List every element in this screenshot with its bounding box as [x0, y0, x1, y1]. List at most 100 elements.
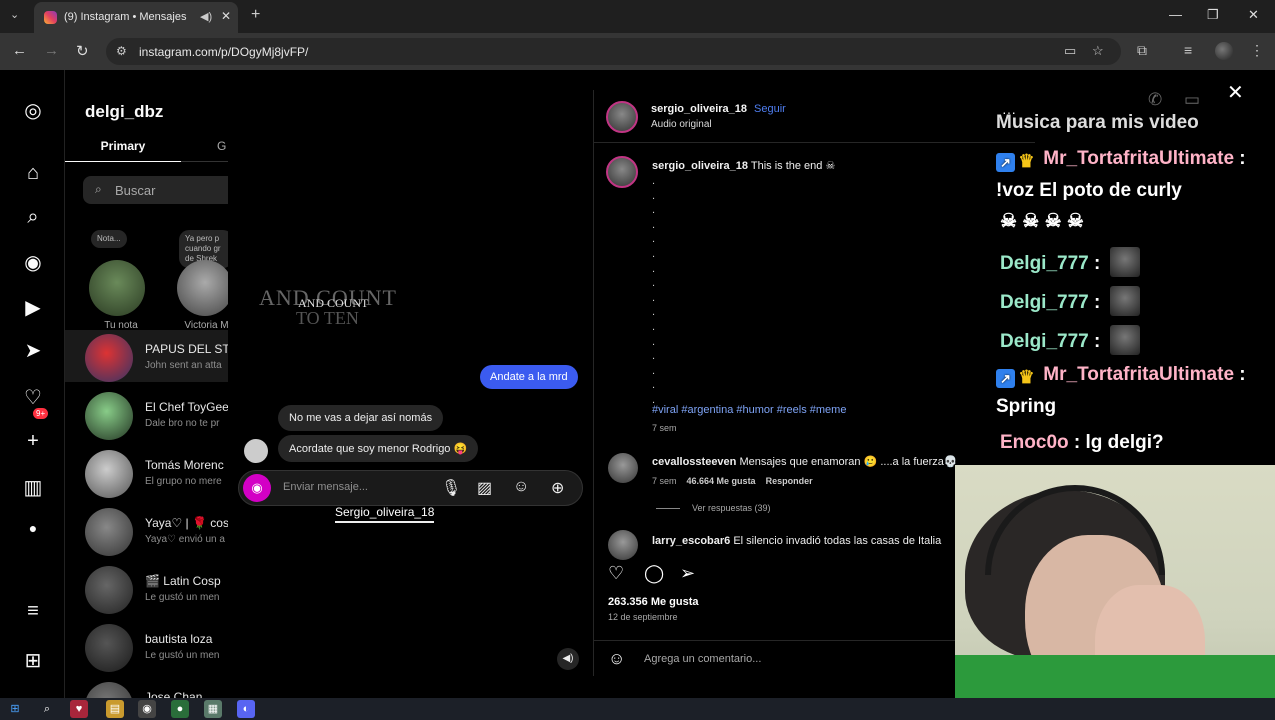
notepad-icon[interactable]: ▦ [204, 700, 222, 718]
like-count[interactable]: 263.356 Me gusta [608, 596, 699, 608]
tab-general[interactable]: G [217, 139, 226, 153]
comment-input[interactable]: Agrega un comentario... [644, 653, 761, 665]
avatar[interactable] [608, 453, 638, 483]
reload-icon[interactable]: ↻ [76, 42, 89, 60]
post-caption: sergio_oliveira_18 This is the end ☠ [652, 159, 835, 172]
discord-icon[interactable]: ◐ [237, 700, 255, 718]
comment-likes[interactable]: 46.664 Me gusta [687, 476, 756, 486]
cast-icon[interactable]: ▭ [1064, 43, 1076, 59]
sticker-icon[interactable]: ☺ [513, 478, 529, 496]
avatar[interactable] [606, 156, 638, 188]
inbox-username[interactable]: delgi_dbz [85, 102, 163, 122]
message-composer[interactable]: ◉ Enviar mensaje... 🎙 ▨ ☺ ⊕ [238, 470, 583, 506]
chat-skulls: ☠ ☠ ☠ ☠ [1000, 211, 1084, 232]
instagram-logo-icon[interactable]: ◎ [21, 98, 45, 123]
also-from-meta-icon[interactable]: ⊞ [21, 648, 45, 673]
stream-badge-icon: ↗ [996, 369, 1015, 388]
browser-tab-instagram[interactable]: (9) Instagram • Mensajes ◀) ✕ [34, 2, 238, 33]
extensions-icon[interactable]: ⧉ [1137, 42, 1147, 59]
reply-button[interactable]: Responder [766, 476, 813, 486]
close-icon[interactable]: ✕ [1227, 80, 1244, 105]
back-icon[interactable]: ← [12, 42, 27, 59]
camera-icon[interactable]: ◉ [243, 474, 271, 502]
media-control-icon[interactable]: ≡ [1184, 42, 1192, 58]
chrome-icon[interactable]: ● [171, 700, 189, 718]
create-icon[interactable]: + [21, 430, 45, 453]
comment-author[interactable]: larry_escobar6 [652, 535, 730, 547]
outgoing-message[interactable]: Andate a la mrd [480, 365, 578, 389]
list-item[interactable]: Yaya♡ | 🌹 cosp Yaya♡ envió un a [65, 504, 228, 556]
stream-chat-overlay: Musica para mis video ↗ ♛ Mr_TortafritaUl… [988, 110, 1263, 465]
microphone-icon[interactable]: 🎙 [441, 478, 461, 498]
follow-button[interactable]: Seguir [754, 103, 786, 115]
emoji-icon[interactable]: ☺ [608, 649, 625, 669]
brave-icon[interactable]: ♥ [70, 700, 88, 718]
search-input[interactable]: ⌕ Buscar [83, 176, 228, 204]
image-icon[interactable]: ▨ [477, 478, 492, 498]
new-tab-icon[interactable]: + [251, 6, 260, 24]
like-heart-icon[interactable]: ♡ [608, 563, 624, 584]
mute-icon[interactable]: ◀) [557, 648, 579, 670]
post-author[interactable]: sergio_oliveira_18 [651, 103, 747, 115]
browser-menu-icon[interactable]: ⋮ [1250, 42, 1264, 59]
phone-icon: ✆ [1148, 90, 1163, 109]
dashboard-icon[interactable]: ▥ [21, 475, 45, 500]
url-text[interactable]: instagram.com/p/DOgyMj8jvFP/ [139, 45, 308, 59]
browser-tabbar: ⌄ (9) Instagram • Mensajes ◀) ✕ + — ❐ ✕ [0, 0, 1275, 33]
window-close-icon[interactable]: ✕ [1248, 7, 1259, 23]
address-bar[interactable]: ⚙ instagram.com/p/DOgyMj8jvFP/ ▭ ☆ [106, 38, 1121, 65]
profile-icon[interactable]: ● [21, 520, 45, 536]
start-icon[interactable]: ⊞ [6, 700, 24, 718]
view-replies-button[interactable]: Ver respuestas (39) [656, 503, 771, 513]
list-item[interactable]: PAPUS DEL STR John sent an atta [65, 330, 228, 382]
caption-author[interactable]: sergio_oliveira_18 [652, 160, 748, 172]
chat-username: Mr_TortafritaUltimate [1043, 364, 1235, 385]
avatar[interactable] [606, 101, 638, 133]
comment-icon[interactable]: ◯ [644, 563, 664, 584]
instagram-favicon-icon [44, 11, 57, 24]
list-item[interactable]: 🎬 Latin Cosp Le gustó un men [65, 562, 228, 614]
site-info-icon[interactable]: ⚙ [116, 44, 127, 58]
conversation-preview: El grupo no mere [145, 476, 222, 487]
obs-icon[interactable]: ◉ [138, 700, 156, 718]
explore-icon[interactable]: ◉ [21, 250, 45, 275]
post-hashtags[interactable]: #viral #argentina #humor #reels #meme [652, 404, 846, 416]
incoming-message[interactable]: Acordate que soy menor Rodrigo 😝 [278, 435, 479, 462]
avatar[interactable] [608, 530, 638, 560]
incoming-message[interactable]: No me vas a dejar así nomás [278, 405, 444, 431]
messages-icon[interactable]: ➤ [21, 338, 45, 363]
chat-message: !voz El poto de curly [996, 180, 1182, 201]
search-icon[interactable]: ⌕ [21, 206, 45, 229]
list-item[interactable]: Tomás Morenc El grupo no mere [65, 446, 228, 498]
search-icon[interactable]: ⌕ [38, 700, 56, 718]
share-icon[interactable]: ➢ [680, 563, 695, 584]
maximize-icon[interactable]: ❐ [1207, 7, 1219, 23]
bookmark-star-icon[interactable]: ☆ [1092, 43, 1104, 59]
add-icon[interactable]: ⊕ [551, 478, 564, 498]
tab-search-icon[interactable]: ⌄ [10, 8, 19, 21]
post-audio[interactable]: Audio original [651, 119, 712, 130]
home-icon[interactable]: ⌂ [21, 162, 45, 185]
tab-primary[interactable]: Primary [65, 132, 181, 162]
more-menu-icon[interactable]: ≡ [21, 600, 45, 623]
tab-audio-icon[interactable]: ◀) [200, 10, 212, 23]
conversation-name: Tomás Morenc [145, 458, 224, 472]
forward-icon[interactable]: → [44, 42, 59, 59]
reels-icon[interactable]: ▶ [21, 295, 45, 320]
list-item[interactable]: Jose Chan [65, 678, 228, 698]
chat-separator: : [1239, 148, 1246, 169]
tab-close-icon[interactable]: ✕ [221, 9, 231, 23]
comment-meta: 7 sem 46.664 Me gusta Responder [652, 476, 813, 486]
avatar [85, 508, 133, 556]
comment-author[interactable]: cevallossteeven [652, 456, 736, 468]
note-contact[interactable]: Ya pero p cuando gr de Shrek Victoria Mc [173, 230, 228, 331]
message-input[interactable]: Enviar mensaje... [283, 481, 368, 493]
minimize-icon[interactable]: — [1169, 7, 1182, 22]
file-explorer-icon[interactable]: ▤ [106, 700, 124, 718]
list-item[interactable]: El Chef ToyGee Dale bro no te pr [65, 388, 228, 440]
notifications-heart-icon[interactable]: ♡ [21, 385, 45, 410]
profile-avatar[interactable] [1215, 42, 1233, 60]
conversation-name: bautista loza [145, 632, 213, 646]
note-own[interactable]: Nota... Tu nota [85, 230, 145, 331]
list-item[interactable]: bautista loza Le gustó un men [65, 620, 228, 672]
